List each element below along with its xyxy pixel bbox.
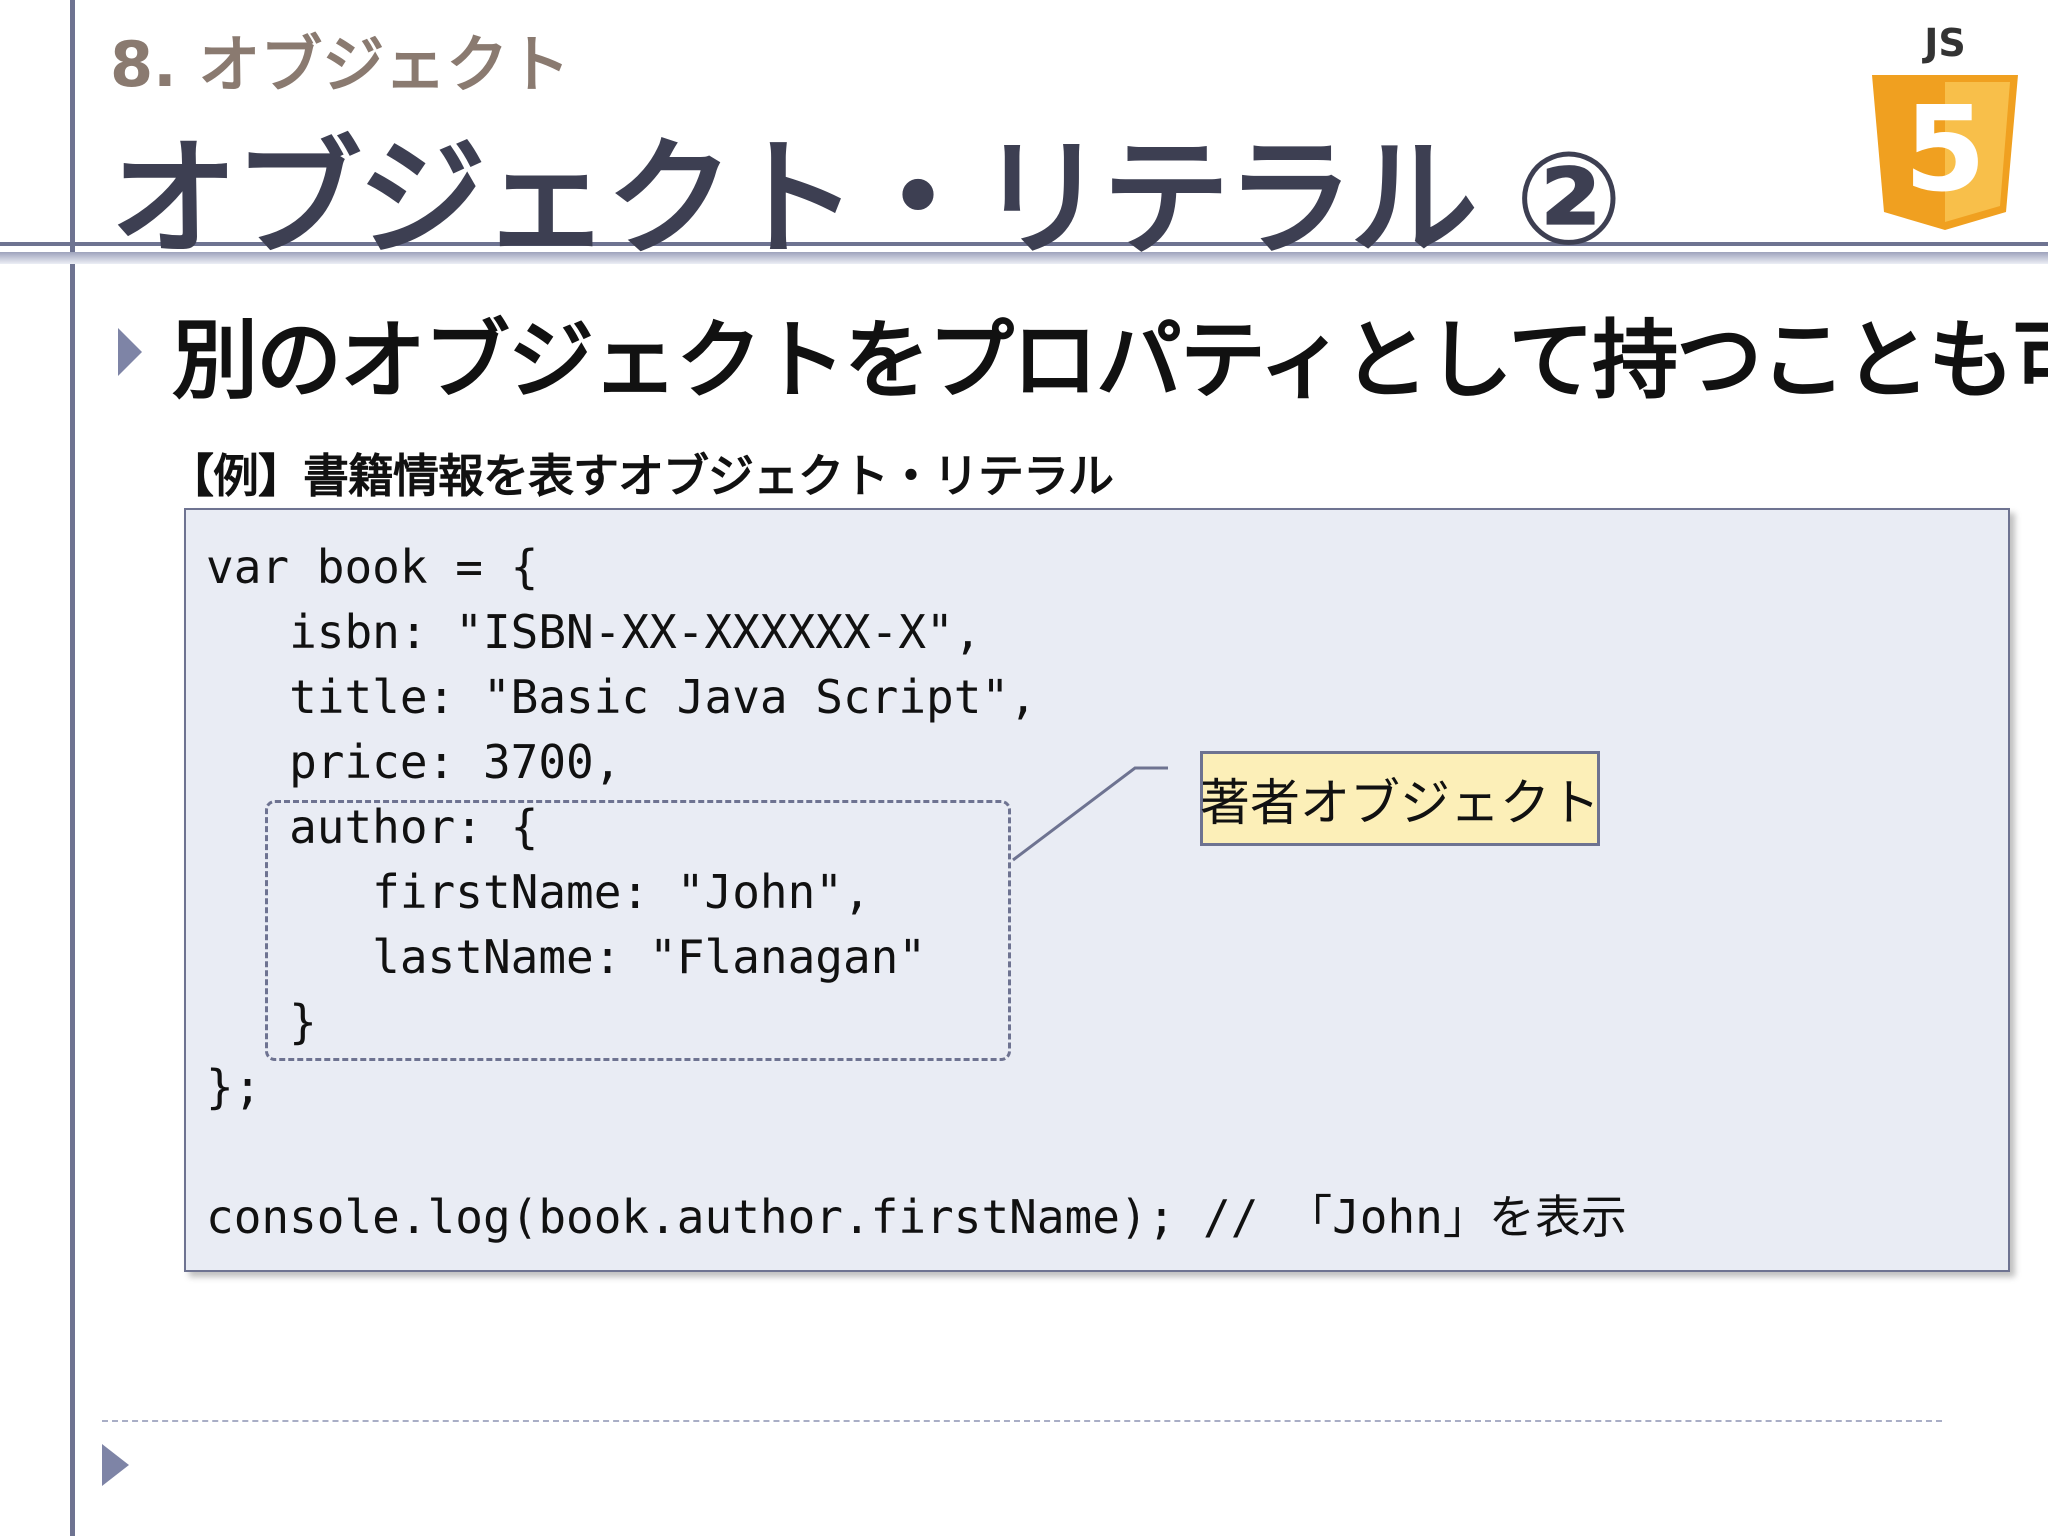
code-line: var book = { — [206, 540, 539, 594]
author-object-highlight — [265, 800, 1011, 1061]
code-line: price: 3700, — [206, 735, 622, 789]
js5-logo-icon: JS 5 — [1872, 21, 2018, 230]
footer-divider — [102, 1420, 1942, 1422]
code-line: console.log(book.author.firstName); // 「… — [206, 1190, 1627, 1244]
logo-text: JS — [1921, 21, 1966, 65]
left-vertical-rule — [70, 0, 75, 1536]
code-line: }; — [206, 1060, 262, 1114]
page-title: オブジェクト・リテラル ② — [110, 125, 1623, 274]
author-object-callout: 著者オブジェクト — [1200, 751, 1600, 846]
code-line: isbn: "ISBN-XX-XXXXXX-X", — [206, 605, 982, 659]
code-line: title: "Basic Java Script", — [206, 670, 1037, 724]
logo-numeral: 5 — [1904, 80, 1986, 218]
bullet-arrow-icon — [118, 328, 142, 376]
bullet-headline: 別のオブジェクトをプロパティとして持つことも可 — [172, 311, 2048, 411]
footer-arrow-icon — [102, 1444, 129, 1486]
example-caption: 【例】書籍情報を表すオブジェクト・リテラル — [168, 449, 1114, 503]
section-title: 8. オブジェクト — [110, 28, 571, 101]
